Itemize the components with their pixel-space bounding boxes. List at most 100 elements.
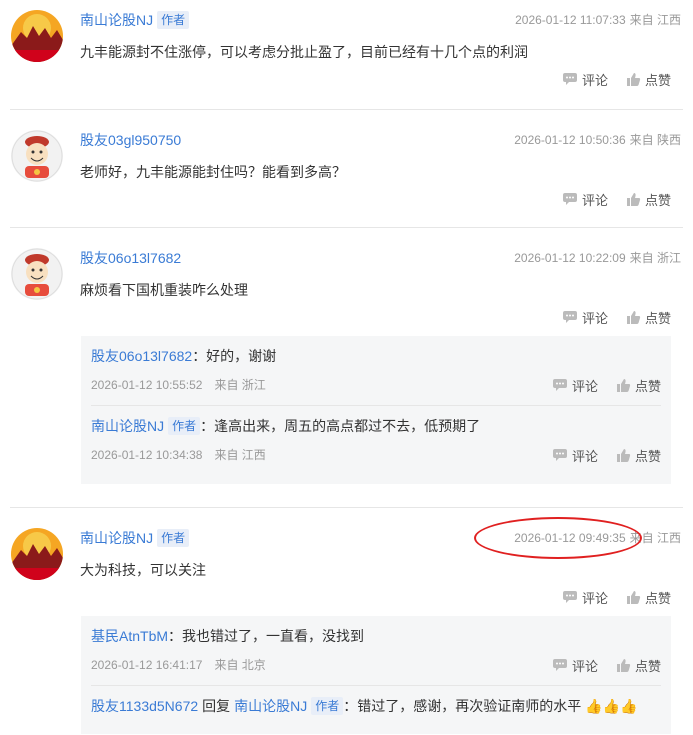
- reply-text: ：逢高出来，周五的高点都过不去，低预期了: [200, 418, 481, 434]
- reply-actions: 评论 点赞: [552, 376, 661, 394]
- post-meta: 2026-01-12 11:07:33 来自 江西: [511, 10, 681, 30]
- like-button[interactable]: 点赞: [616, 376, 661, 395]
- comment-label: 评论: [571, 378, 598, 394]
- comment-post: 南山论股NJ 作者 2026-01-12 09:49:35 来自 江西 大为科技，…: [10, 508, 683, 734]
- post-meta: 2026-01-12 10:50:36 来自 陕西: [510, 130, 681, 150]
- reply-datetime: 2026-01-12 10:34:38: [91, 448, 203, 462]
- reply-item: 股友06o13l7682 ：好的，谢谢 2026-01-12 10:55:52 来…: [91, 336, 661, 406]
- username-link[interactable]: 股友03gl950750: [80, 130, 181, 150]
- post-actions: 评论 点赞: [562, 588, 671, 606]
- post-location: 来自 江西: [629, 531, 681, 545]
- post-meta: 2026-01-12 09:49:35 来自 江西: [510, 528, 681, 548]
- comment-button[interactable]: 评论: [552, 656, 598, 675]
- post-meta: 2026-01-12 10:22:09 来自 浙江: [510, 248, 681, 268]
- avatar[interactable]: [11, 130, 63, 182]
- comment-label: 评论: [571, 448, 598, 464]
- like-label: 点赞: [644, 192, 671, 208]
- reply-item: 南山论股NJ 作者 ：逢高出来，周五的高点都过不去，低预期了 2026-01-1…: [91, 406, 661, 478]
- author-badge: 作者: [311, 697, 344, 715]
- reply-location: 来自 北京: [214, 658, 266, 672]
- like-button[interactable]: 点赞: [626, 588, 671, 607]
- post-datetime: 2026-01-12 10:22:09: [514, 251, 626, 265]
- comment-post: 股友03gl950750 2026-01-12 10:50:36 来自 陕西 老师…: [10, 110, 683, 228]
- like-label: 点赞: [644, 310, 671, 326]
- like-button[interactable]: 点赞: [626, 190, 671, 209]
- reply-text: ：错过了，感谢，再次验证南师的水平: [343, 698, 582, 714]
- thumbs-up-icon: [616, 448, 631, 462]
- comment-label: 评论: [581, 310, 608, 326]
- comment-post: 南山论股NJ 作者 2026-01-12 11:07:33 来自 江西 九丰能源封…: [10, 0, 683, 110]
- username-link[interactable]: 南山论股NJ: [80, 528, 153, 548]
- post-actions: 评论 点赞: [562, 308, 671, 326]
- comment-label: 评论: [581, 192, 608, 208]
- username-link[interactable]: 股友06o13l7682: [80, 248, 181, 268]
- like-button[interactable]: 点赞: [626, 70, 671, 89]
- reply-word: 回复: [202, 698, 231, 714]
- thumbs-up-icon: [626, 590, 641, 604]
- comment-label: 评论: [581, 72, 608, 88]
- comment-button[interactable]: 评论: [562, 588, 608, 607]
- post-location: 来自 江西: [629, 13, 681, 27]
- reply-text: ：好的，谢谢: [192, 348, 277, 364]
- reply-meta: 2026-01-12 16:41:17 来自 北京: [91, 656, 266, 673]
- comment-icon: [562, 73, 577, 85]
- reply-text: ：我也错过了，一直看，没找到: [168, 628, 365, 644]
- reply-username-link[interactable]: 股友06o13l7682: [91, 346, 192, 366]
- post-content: 九丰能源封不住涨停，可以考虑分批止盈了，目前已经有十几个点的利润: [80, 44, 528, 60]
- reply-to-username-link[interactable]: 南山论股NJ: [234, 696, 307, 716]
- post-content: 老师好，九丰能源能封住吗？能看到多高？: [80, 164, 346, 180]
- reply-location: 来自 浙江: [214, 378, 266, 392]
- comment-icon: [562, 193, 577, 205]
- reply-list: 股友06o13l7682 ：好的，谢谢 2026-01-12 10:55:52 来…: [81, 336, 671, 484]
- username-link[interactable]: 南山论股NJ: [80, 10, 153, 30]
- reply-username-link[interactable]: 股友1133d5N672: [91, 696, 198, 716]
- thumbs-up-emoji: 👍👍👍: [585, 697, 638, 714]
- like-label: 点赞: [634, 378, 661, 394]
- reply-datetime: 2026-01-12 16:41:17: [91, 658, 203, 672]
- reply-location: 来自 江西: [214, 448, 266, 462]
- reply-item: 基民AtnTbM ：我也错过了，一直看，没找到 2026-01-12 16:41…: [91, 616, 661, 686]
- post-actions: 评论 点赞: [562, 70, 671, 88]
- comment-post: 股友06o13l7682 2026-01-12 10:22:09 来自 浙江 麻烦…: [10, 228, 683, 508]
- author-badge: 作者: [157, 11, 190, 29]
- reply-meta: 2026-01-12 10:34:38 来自 江西: [91, 446, 266, 463]
- comment-icon: [552, 379, 567, 391]
- thumbs-up-icon: [626, 310, 641, 324]
- thumbs-up-icon: [626, 72, 641, 86]
- comment-label: 评论: [581, 590, 608, 606]
- author-badge: 作者: [168, 417, 201, 435]
- reply-actions: 评论 点赞: [552, 656, 661, 674]
- reply-username-link[interactable]: 基民AtnTbM: [91, 626, 168, 646]
- comment-icon: [552, 659, 567, 671]
- avatar[interactable]: [11, 10, 63, 62]
- comment-button[interactable]: 评论: [562, 70, 608, 89]
- reply-item: 股友1133d5N672 回复 南山论股NJ 作者 ：错过了，感谢，再次验证南师…: [91, 686, 661, 735]
- thumbs-up-icon: [626, 192, 641, 206]
- like-button[interactable]: 点赞: [616, 446, 661, 465]
- post-datetime: 2026-01-12 11:07:33: [515, 13, 626, 27]
- thumbs-up-icon: [616, 658, 631, 672]
- like-button[interactable]: 点赞: [616, 656, 661, 675]
- comment-label: 评论: [571, 658, 598, 674]
- post-actions: 评论 点赞: [562, 190, 671, 208]
- avatar[interactable]: [11, 528, 63, 580]
- avatar[interactable]: [11, 248, 63, 300]
- comment-button[interactable]: 评论: [552, 446, 598, 465]
- comment-button[interactable]: 评论: [562, 308, 608, 327]
- reply-actions: 评论 点赞: [552, 446, 661, 464]
- like-label: 点赞: [644, 590, 671, 606]
- comment-icon: [552, 449, 567, 461]
- comment-button[interactable]: 评论: [562, 190, 608, 209]
- like-button[interactable]: 点赞: [626, 308, 671, 327]
- reply-meta: 2026-01-12 10:55:52 来自 浙江: [91, 376, 266, 393]
- post-location: 来自 陕西: [629, 133, 681, 147]
- reply-username-link[interactable]: 南山论股NJ: [91, 416, 164, 436]
- reply-datetime: 2026-01-12 10:55:52: [91, 378, 203, 392]
- post-content: 大为科技，可以关注: [80, 562, 206, 578]
- like-label: 点赞: [634, 658, 661, 674]
- comment-button[interactable]: 评论: [552, 376, 598, 395]
- author-badge: 作者: [157, 529, 190, 547]
- post-datetime: 2026-01-12 09:49:35: [514, 531, 626, 545]
- post-datetime: 2026-01-12 10:50:36: [514, 133, 626, 147]
- like-label: 点赞: [644, 72, 671, 88]
